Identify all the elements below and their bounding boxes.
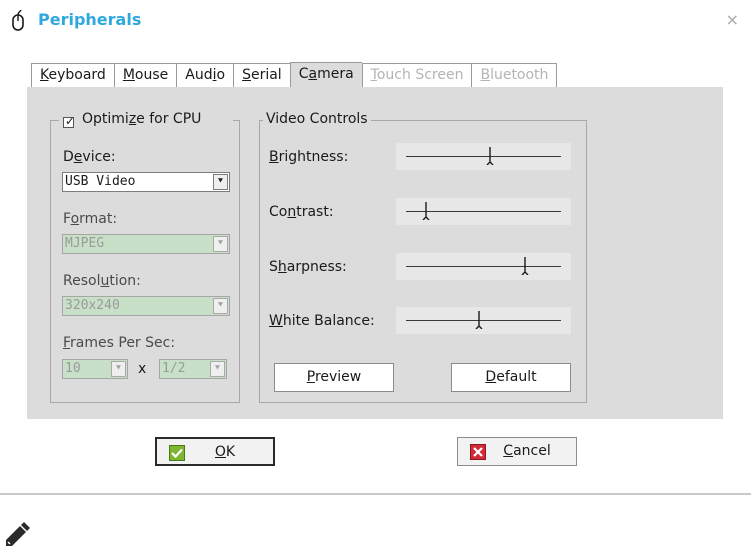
sharpness-label: Sharpness:: [269, 259, 347, 275]
pencil-note-icon: [6, 522, 30, 546]
device-label: Device:: [63, 149, 116, 165]
contrast-slider[interactable]: [396, 198, 571, 225]
cancel-button[interactable]: Cancel: [457, 437, 577, 466]
brightness-slider[interactable]: [396, 143, 571, 170]
format-value: MJPEG: [65, 236, 105, 251]
camera-settings-group: ✓ Optimize for CPU Device: USB Video ⯆ F…: [50, 111, 240, 403]
tab-camera[interactable]: Camera: [289, 62, 362, 88]
frames-separator: x: [138, 361, 147, 377]
tab-mouse[interactable]: Mouse: [113, 63, 177, 87]
slider-track: [406, 320, 561, 321]
sharpness-slider[interactable]: [396, 253, 571, 280]
format-select[interactable]: MJPEG ⯆: [62, 234, 230, 254]
resolution-select[interactable]: 320x240 ⯆: [62, 296, 230, 316]
slider-thumb[interactable]: [486, 147, 494, 165]
window-title: Peripherals: [38, 10, 142, 29]
ok-label: OK: [214, 444, 236, 460]
peripherals-dialog: Peripherals × Keyboard Mouse Audio Seria…: [0, 0, 751, 495]
tab-keyboard[interactable]: Keyboard: [31, 63, 114, 87]
default-button[interactable]: Default: [451, 363, 571, 392]
cancel-label: Cancel: [503, 443, 551, 459]
tab-bluetooth[interactable]: Bluetooth: [471, 63, 558, 87]
white-balance-slider[interactable]: [396, 307, 571, 334]
chevron-down-icon[interactable]: ⯆: [210, 361, 225, 377]
slider-thumb[interactable]: [475, 311, 483, 329]
slider-thumb[interactable]: [521, 257, 529, 275]
device-value: USB Video: [65, 174, 136, 189]
white-balance-label: White Balance:: [269, 313, 375, 329]
slider-track: [406, 266, 561, 267]
video-controls-group: Video Controls Brightness: Contrast: Sha…: [259, 111, 587, 403]
optimize-checkbox-row[interactable]: ✓ Optimize for CPU: [59, 111, 233, 128]
contrast-label: Contrast:: [269, 204, 334, 220]
resolution-value: 320x240: [65, 298, 120, 313]
mouse-icon: [12, 10, 24, 31]
tab-serial[interactable]: Serial: [233, 63, 290, 87]
camera-panel: ✓ Optimize for CPU Device: USB Video ⯆ F…: [27, 87, 723, 419]
chevron-down-icon[interactable]: ⯆: [213, 298, 228, 314]
frames-label: Frames Per Sec:: [63, 335, 176, 351]
device-select[interactable]: USB Video ⯆: [62, 172, 230, 192]
close-icon[interactable]: ×: [726, 12, 739, 28]
preview-button[interactable]: Preview: [274, 363, 394, 392]
tab-audio[interactable]: Audio: [176, 63, 234, 87]
slider-track: [406, 156, 561, 157]
tab-bar: Keyboard Mouse Audio Serial Camera Touch…: [31, 62, 558, 88]
brightness-label: Brightness:: [269, 149, 349, 165]
frames-numerator-select[interactable]: 10 ⯆: [62, 359, 128, 379]
chevron-down-icon[interactable]: ⯆: [213, 174, 228, 190]
frames-denominator-select[interactable]: 1/2 ⯆: [159, 359, 227, 379]
video-controls-legend: Video Controls: [263, 111, 371, 127]
chevron-down-icon[interactable]: ⯆: [111, 361, 126, 377]
frames-denominator-value: 1/2: [162, 361, 186, 376]
frames-numerator-value: 10: [65, 361, 81, 376]
chevron-down-icon[interactable]: ⯆: [213, 236, 228, 252]
title-bar: Peripherals ×: [0, 0, 751, 46]
ok-button[interactable]: OK: [155, 437, 275, 466]
resolution-label: Resolution:: [63, 273, 141, 289]
optimize-checkbox[interactable]: ✓: [63, 114, 76, 128]
slider-thumb[interactable]: [422, 202, 430, 220]
format-label: Format:: [63, 211, 118, 227]
checkmark-icon: ✓: [65, 114, 76, 128]
tab-touch-screen[interactable]: Touch Screen: [361, 63, 472, 87]
optimize-label: Optimize for CPU: [82, 111, 202, 127]
